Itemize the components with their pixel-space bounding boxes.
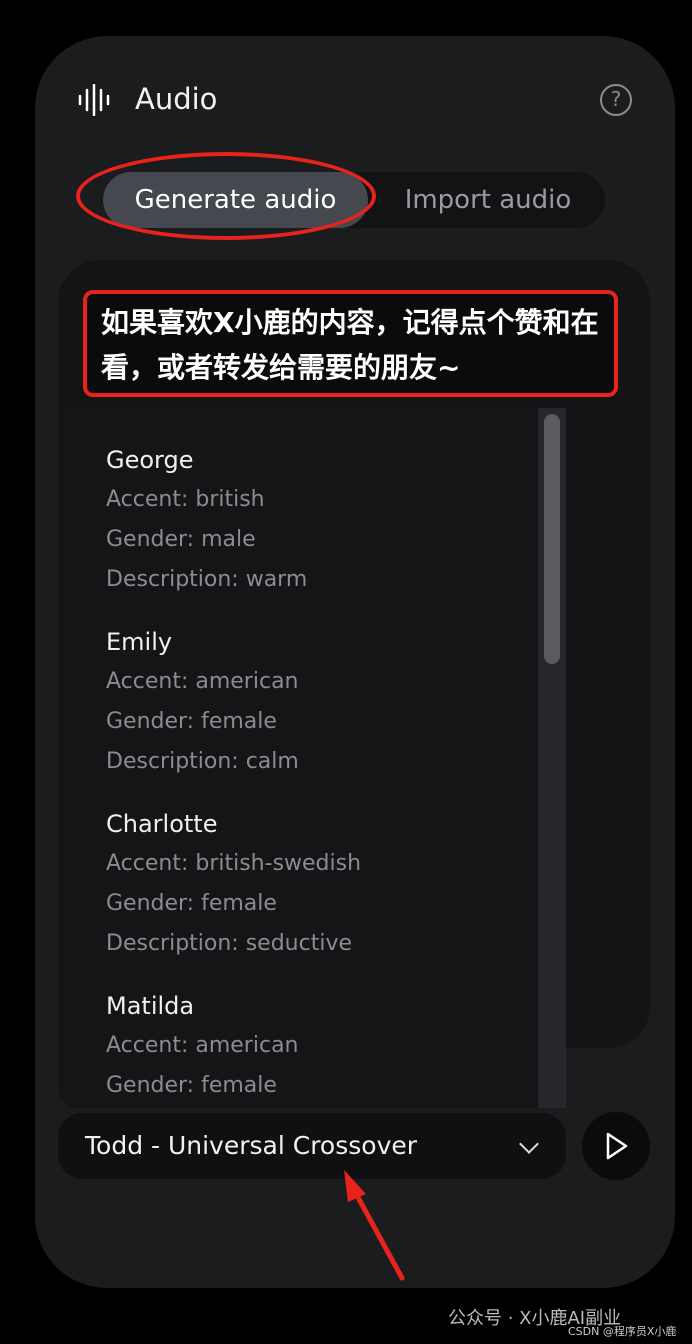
voice-accent: Accent: american [106,669,299,694]
voice-option-george[interactable]: George Accent: british Gender: male Desc… [58,440,566,600]
scrollbar-thumb[interactable] [544,414,560,664]
annotation-arrow [344,1170,405,1281]
panel-title: Audio [135,82,218,116]
voice-dropdown-list: George Accent: british Gender: male Desc… [58,408,566,1108]
voice-gender: Gender: male [106,527,256,552]
tab-import-audio[interactable]: Import audio [383,172,593,228]
annotation-ellipse [76,152,376,240]
voice-option-emily[interactable]: Emily Accent: american Gender: female De… [58,622,566,782]
voice-description: Description: seductive [106,931,352,956]
voice-option-charlotte[interactable]: Charlotte Accent: british-swedish Gender… [58,804,566,964]
help-circle-icon[interactable]: ? [600,84,632,116]
voice-name: George [106,446,194,474]
watermark-sub: CSDN @程序员X小鹿 [568,1325,677,1338]
voice-accent: Accent: american [106,1033,299,1058]
voice-accent: Accent: british-swedish [106,851,362,876]
voice-name: Matilda [106,992,195,1020]
voice-gender: Gender: female [106,1073,277,1098]
play-icon [606,1132,628,1160]
voice-option-matilda[interactable]: Matilda Accent: american Gender: female [58,986,566,1106]
play-button[interactable] [582,1112,650,1180]
waveform-icon [78,84,110,116]
voice-accent: Accent: british [106,487,265,512]
voice-select[interactable]: Todd - Universal Crossover [58,1113,566,1179]
voice-description: Description: warm [106,567,308,592]
voice-description: Description: calm [106,749,299,774]
voice-name: Emily [106,628,173,656]
chevron-down-icon [519,1134,539,1154]
annotation-notice: 如果喜欢X小鹿的内容，记得点个赞和在看，或者转发给需要的朋友~ [83,290,618,397]
voice-name: Charlotte [106,810,218,838]
voice-gender: Gender: female [106,709,277,734]
voice-gender: Gender: female [106,891,277,916]
